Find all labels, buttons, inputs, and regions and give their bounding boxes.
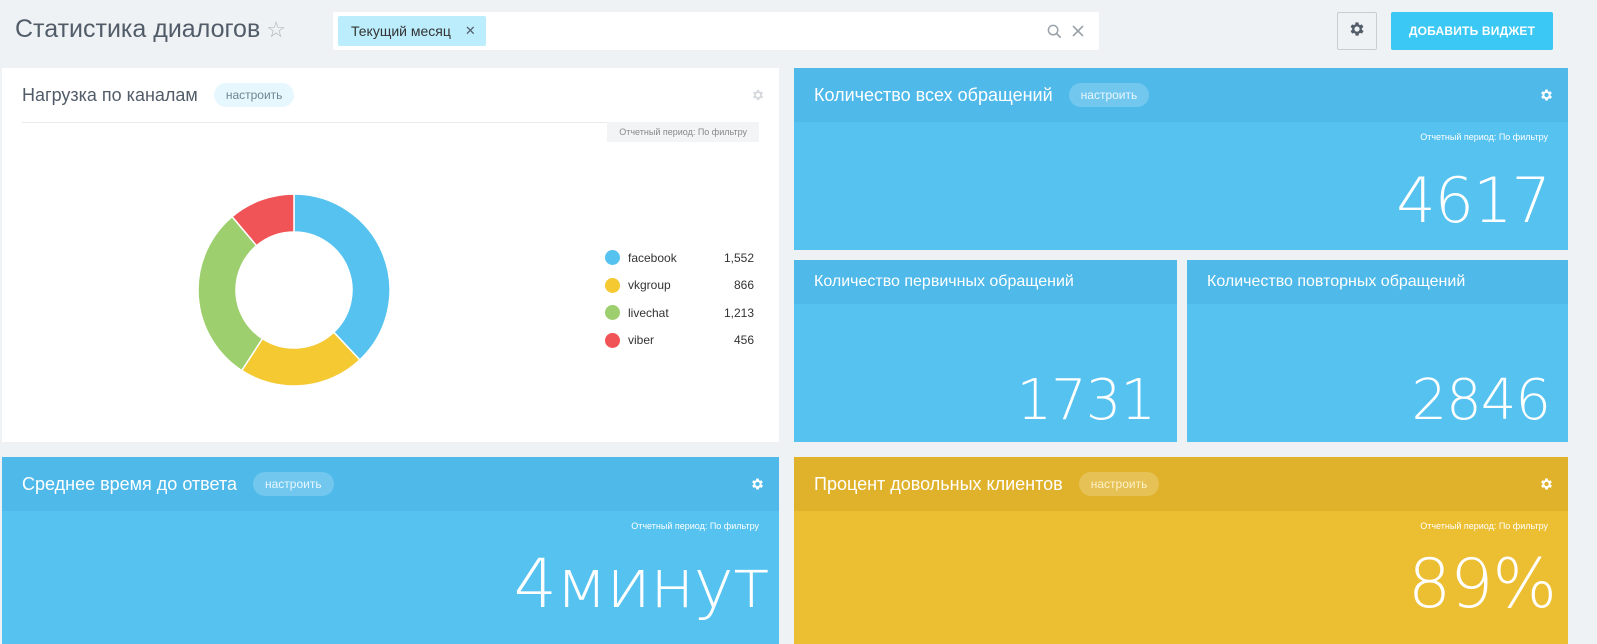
chart-legend: facebook 1,552 vkgroup 866 livechat 1,21… (605, 244, 754, 354)
gear-icon[interactable] (1539, 88, 1554, 103)
legend-value: 1,213 (723, 305, 754, 320)
gear-icon (1348, 20, 1366, 43)
settings-button[interactable] (1337, 12, 1377, 50)
legend-value: 456 (733, 333, 754, 348)
legend-dot (605, 332, 620, 348)
configure-button[interactable]: настроить (1078, 472, 1160, 496)
legend-item[interactable]: livechat 1,213 (605, 299, 754, 327)
gear-icon[interactable] (750, 477, 765, 492)
widget-header: Количество повторных обращений (1187, 260, 1568, 304)
widget-total: Количество всех обращений настроить Отче… (794, 68, 1568, 250)
configure-button[interactable]: настроить (1068, 83, 1150, 107)
widget-header: Процент довольных клиентов настроить (794, 457, 1568, 511)
total-value: 4617 (1396, 164, 1551, 237)
page-title-text: Статистика диалогов (15, 15, 261, 43)
widget-primary: Количество первичных обращений 1731 (794, 260, 1177, 442)
filter-tag-label: Текущий месяц (351, 23, 451, 39)
widget-header: Количество всех обращений настроить (794, 68, 1568, 122)
legend-label: facebook (628, 250, 677, 265)
star-icon[interactable]: ☆ (266, 18, 286, 41)
legend-item[interactable]: viber 456 (605, 327, 754, 355)
legend-dot (605, 277, 620, 293)
widget-title: Среднее время до ответа (22, 473, 237, 494)
period-label: Отчетный период: По фильтру (1420, 132, 1548, 142)
filter-tag[interactable]: Текущий месяц ✕ (338, 16, 486, 46)
legend-label: viber (628, 333, 655, 348)
widget-title: Количество первичных обращений (814, 273, 1074, 290)
widget-channels: Нагрузка по каналам настроить Отчетный п… (2, 68, 779, 442)
legend-item[interactable]: vkgroup 866 (605, 272, 754, 300)
satisfaction-value: 89% (1407, 545, 1557, 624)
legend-dot (605, 250, 620, 266)
legend-value: 1,552 (723, 250, 754, 265)
widget-title: Процент довольных клиентов (814, 473, 1063, 494)
widget-header: Количество первичных обращений (794, 260, 1177, 304)
legend-label: vkgroup (628, 278, 671, 293)
legend-item[interactable]: facebook 1,552 (605, 244, 754, 272)
legend-value: 866 (733, 278, 754, 293)
widget-title: Количество всех обращений (814, 84, 1053, 105)
close-icon[interactable]: ✕ (465, 23, 476, 39)
legend-label: livechat (628, 305, 669, 320)
page-title: Статистика диалогов ☆ (15, 15, 286, 44)
gear-icon[interactable] (1539, 477, 1554, 492)
widget-response-time: Среднее время до ответа настроить Отчетн… (2, 457, 779, 644)
search-icon[interactable] (1047, 24, 1062, 39)
donut-slice-facebook[interactable] (293, 193, 391, 361)
response-time-value: 4минут (513, 545, 770, 624)
widget-repeat: Количество повторных обращений 2846 (1187, 260, 1568, 442)
widget-title: Количество повторных обращений (1207, 273, 1466, 290)
widget-satisfaction: Процент довольных клиентов настроить Отч… (794, 457, 1568, 644)
clear-icon[interactable] (1072, 25, 1084, 37)
add-widget-button[interactable]: ДОБАВИТЬ ВИДЖЕТ (1391, 12, 1553, 50)
repeat-value: 2846 (1411, 368, 1551, 433)
configure-button[interactable]: настроить (253, 472, 334, 496)
widget-header: Среднее время до ответа настроить (2, 457, 779, 511)
filter-bar[interactable]: Текущий месяц ✕ (333, 12, 1099, 50)
primary-value: 1731 (1016, 368, 1156, 433)
legend-dot (605, 305, 620, 321)
period-label: Отчетный период: По фильтру (1420, 521, 1548, 531)
period-label: Отчетный период: По фильтру (631, 521, 759, 531)
